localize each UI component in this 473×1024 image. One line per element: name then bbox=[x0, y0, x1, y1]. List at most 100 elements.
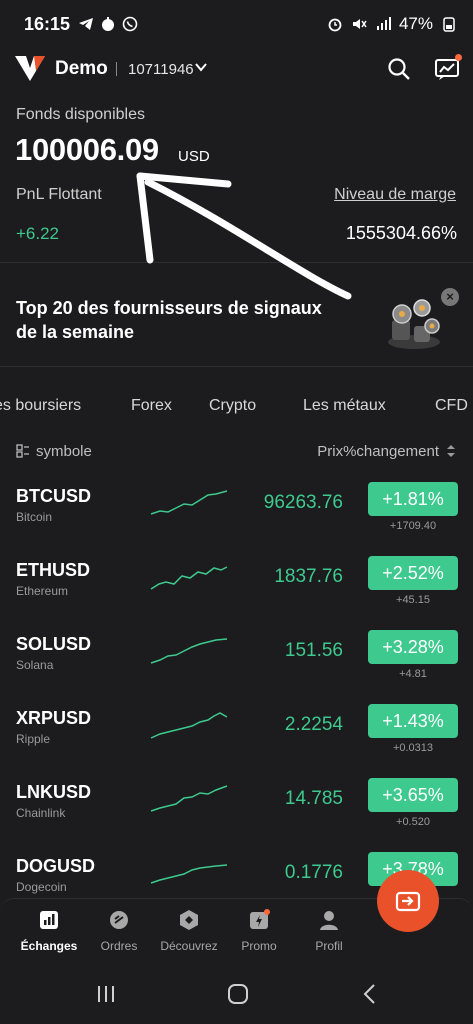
instrument-price: 2.2254 bbox=[284, 714, 343, 735]
nav-item-orders[interactable]: Ordres bbox=[79, 909, 159, 953]
instrument-price: 14.785 bbox=[284, 788, 343, 809]
instrument-name: Bitcoin bbox=[16, 510, 53, 524]
funds-label: Fonds disponibles bbox=[16, 106, 145, 123]
symbol-column-label[interactable]: symbole bbox=[36, 443, 92, 460]
mute-icon bbox=[352, 19, 367, 29]
instrument-name: Dogecoin bbox=[16, 880, 67, 894]
status-bar: 16:15 47% bbox=[0, 0, 473, 48]
change-absolute: +0.0313 bbox=[392, 742, 434, 754]
search-icon[interactable] bbox=[386, 56, 412, 82]
instrument-row[interactable]: ETHUSD Ethereum 1837.76 +2.52% +45.15 bbox=[0, 556, 473, 634]
discover-icon bbox=[180, 910, 198, 930]
wallet-transfer-icon bbox=[395, 891, 421, 912]
promo-icon bbox=[250, 909, 270, 929]
system-navigation-bar bbox=[0, 964, 473, 1024]
nav-label: Promo bbox=[241, 939, 277, 953]
instrument-symbol: BTCUSD bbox=[16, 486, 91, 506]
instrument-symbol: LNKUSD bbox=[16, 782, 91, 802]
app-header: Demo 10711946 bbox=[0, 48, 473, 90]
tab-stock-indices[interactable]: es boursiers bbox=[0, 397, 81, 415]
pnl-label: PnL Flottant bbox=[16, 186, 102, 203]
instrument-symbol: XRPUSD bbox=[16, 708, 92, 728]
instrument-row[interactable]: SOLUSD Solana 151.56 +3.28% +4.81 bbox=[0, 630, 473, 708]
instrument-name: Ethereum bbox=[16, 584, 69, 598]
telegram-icon bbox=[79, 18, 93, 30]
profile-icon bbox=[320, 911, 338, 930]
instrument-name: Ripple bbox=[16, 732, 51, 746]
close-icon[interactable]: × bbox=[441, 288, 459, 306]
sparkline-chart bbox=[150, 638, 228, 664]
sparkline-chart bbox=[150, 566, 228, 590]
instrument-symbol: ETHUSD bbox=[16, 560, 91, 580]
nav-item-promo[interactable]: Promo bbox=[219, 909, 299, 953]
section-divider bbox=[0, 262, 473, 263]
nav-item-profile[interactable]: Profil bbox=[289, 909, 369, 953]
sparkline-chart bbox=[150, 490, 228, 515]
alarm-icon bbox=[328, 18, 342, 32]
change-percent-badge[interactable]: +2.52% bbox=[368, 556, 458, 590]
brand-logo-icon bbox=[15, 56, 45, 81]
list-layout-icon[interactable] bbox=[16, 444, 30, 458]
pnl-value: +6.22 bbox=[16, 224, 60, 243]
battery-icon bbox=[443, 17, 455, 32]
change-absolute: +1709.40 bbox=[389, 520, 437, 532]
market-tabs: es boursiers Forex Crypto Les métaux CFD bbox=[0, 397, 473, 421]
section-divider bbox=[0, 366, 473, 367]
change-percent-badge[interactable]: +3.65% bbox=[368, 778, 458, 812]
change-absolute: +4.81 bbox=[399, 668, 427, 680]
nav-label: Découvrez bbox=[160, 939, 218, 953]
orders-icon bbox=[110, 911, 128, 929]
whatsapp-icon bbox=[122, 16, 138, 32]
tab-metals[interactable]: Les métaux bbox=[303, 397, 386, 415]
list-header: symbole Prix%changement bbox=[0, 441, 473, 463]
tab-crypto[interactable]: Crypto bbox=[209, 397, 256, 415]
tab-cfd[interactable]: CFD bbox=[435, 397, 468, 415]
sort-icon[interactable] bbox=[446, 444, 456, 458]
timer-icon bbox=[102, 17, 114, 31]
change-percent-badge[interactable]: +1.81% bbox=[368, 482, 458, 516]
promo-text[interactable]: Top 20 des fournisseurs de signaux de la… bbox=[16, 296, 346, 344]
instrument-price: 151.56 bbox=[284, 640, 343, 661]
margin-level-link[interactable]: Niveau de marge bbox=[334, 186, 456, 204]
status-time: 16:15 bbox=[24, 14, 71, 34]
status-notification-icons bbox=[78, 16, 138, 32]
price-change-column-label[interactable]: Prix%changement bbox=[317, 443, 439, 460]
instrument-price: 96263.76 bbox=[263, 492, 343, 513]
instrument-name: Chainlink bbox=[16, 806, 66, 820]
change-absolute: +0.520 bbox=[396, 816, 430, 828]
nav-item-trades[interactable]: Échanges bbox=[9, 909, 89, 953]
sparkline-chart bbox=[150, 864, 228, 884]
sparkline-chart bbox=[150, 785, 228, 812]
change-percent-badge[interactable]: +1.43% bbox=[368, 704, 458, 738]
nav-label: Ordres bbox=[100, 939, 138, 953]
deposit-fab-button[interactable] bbox=[377, 870, 439, 932]
nav-label: Échanges bbox=[20, 939, 78, 953]
instrument-row[interactable]: LNKUSD Chainlink 14.785 +3.65% +0.520 bbox=[0, 778, 473, 856]
header-separator bbox=[116, 62, 117, 76]
status-system-icons: 47% bbox=[327, 14, 457, 34]
analytics-button[interactable] bbox=[434, 54, 462, 82]
instrument-symbol: DOGUSD bbox=[16, 856, 96, 876]
chevron-down-icon[interactable] bbox=[194, 60, 208, 74]
nav-label: Profil bbox=[315, 939, 343, 953]
instrument-symbol: SOLUSD bbox=[16, 634, 92, 654]
instrument-row[interactable]: BTCUSD Bitcoin 96263.76 +1.81% +1709.40 bbox=[0, 482, 473, 560]
recent-apps-icon[interactable] bbox=[94, 982, 118, 1006]
funds-currency: USD bbox=[178, 148, 210, 165]
tab-forex[interactable]: Forex bbox=[131, 397, 172, 415]
battery-percent: 47% bbox=[398, 14, 433, 33]
funds-value: 100006.09 bbox=[15, 132, 159, 167]
instrument-name: Solana bbox=[16, 658, 54, 672]
instrument-price: 0.1776 bbox=[284, 862, 343, 883]
instrument-price: 1837.76 bbox=[274, 566, 343, 587]
account-type[interactable]: Demo bbox=[55, 58, 108, 80]
home-icon[interactable] bbox=[226, 982, 250, 1006]
instrument-row[interactable]: XRPUSD Ripple 2.2254 +1.43% +0.0313 bbox=[0, 704, 473, 782]
change-percent-badge[interactable]: +3.28% bbox=[368, 630, 458, 664]
back-icon[interactable] bbox=[358, 982, 382, 1006]
nav-item-discover[interactable]: Découvrez bbox=[149, 909, 229, 953]
margin-value: 1555304.66% bbox=[345, 223, 457, 243]
change-absolute: +45.15 bbox=[396, 594, 430, 606]
account-id[interactable]: 10711946 bbox=[128, 61, 194, 78]
signal-icon bbox=[376, 17, 391, 30]
